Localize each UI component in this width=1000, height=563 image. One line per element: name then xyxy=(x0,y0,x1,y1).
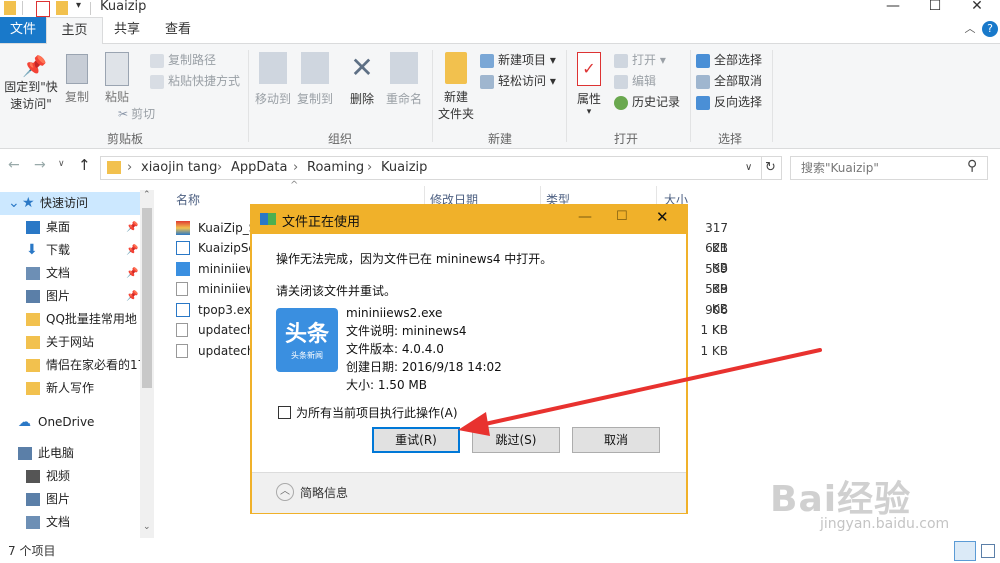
watermark-brand: Bai经验 xyxy=(770,479,912,520)
watermark-url: jingyan.baidu.com xyxy=(820,516,950,532)
baidu-watermark: Bai经验 jingyan.baidu.com xyxy=(760,454,1000,544)
